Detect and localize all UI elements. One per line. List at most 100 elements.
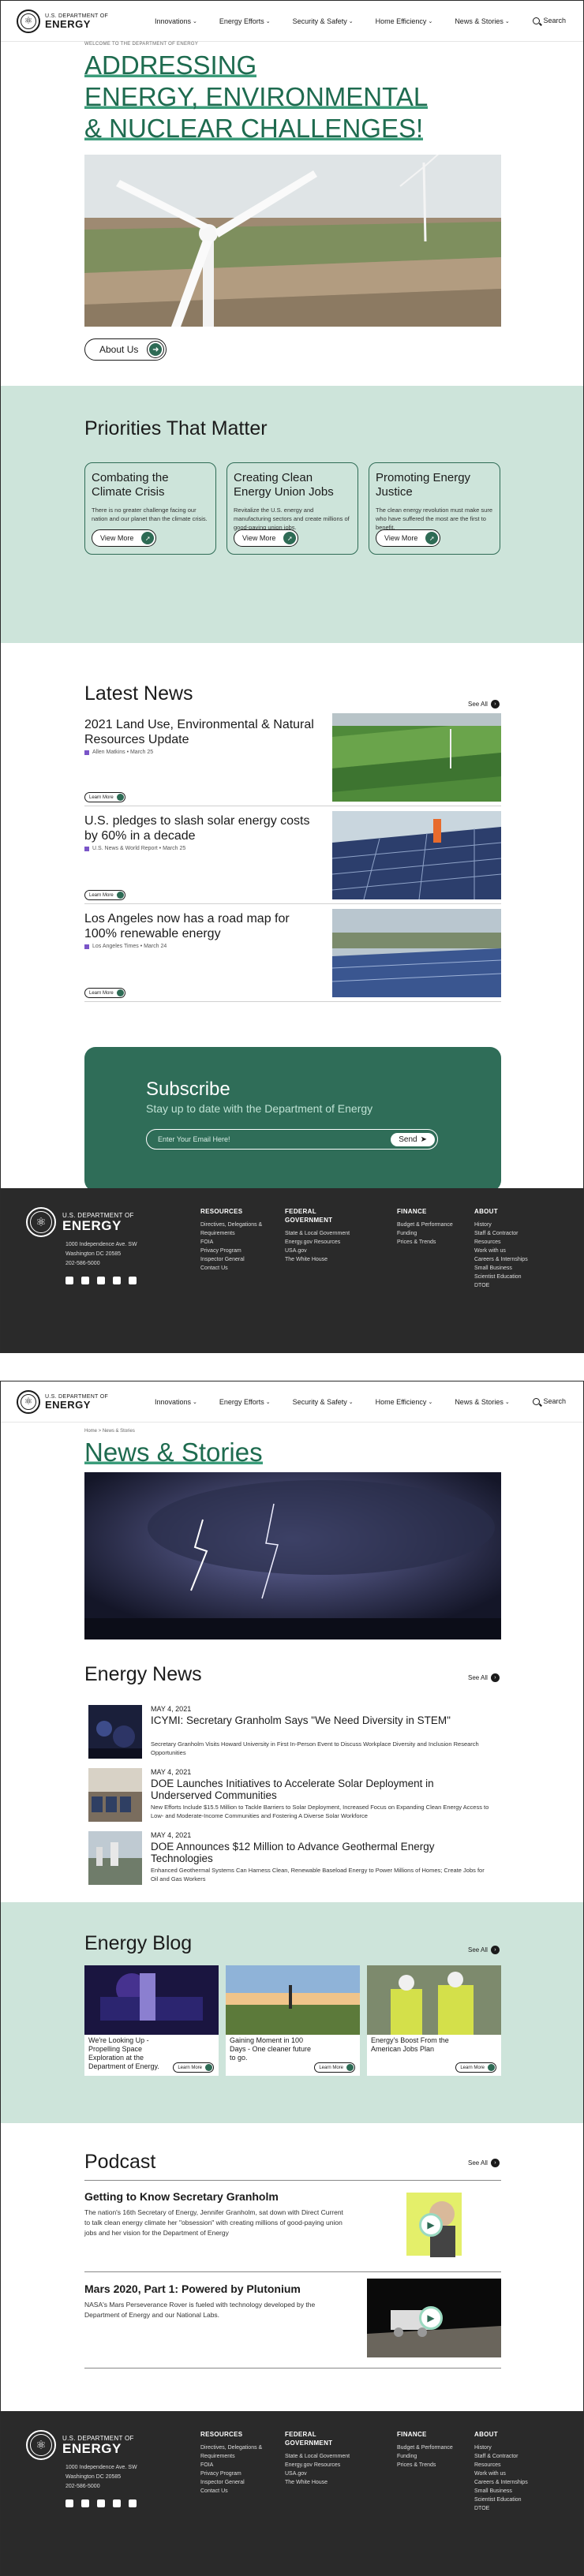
footer-link[interactable]: USA.gov xyxy=(285,1247,356,1255)
energy-news-item: MAY 4, 2021 ICYMI: Secretary Granholm Sa… xyxy=(84,1705,498,1762)
news-title[interactable]: DOE Launches Initiatives to Accelerate S… xyxy=(151,1778,490,1801)
news-title[interactable]: U.S. pledges to slash solar energy costs… xyxy=(84,813,321,843)
learn-more-button[interactable]: Learn More xyxy=(84,890,125,900)
send-button[interactable]: Send ➤ xyxy=(391,1132,435,1146)
view-more-button[interactable]: View More ➚ xyxy=(92,529,157,547)
nav-label: Security & Safety xyxy=(292,17,347,25)
nav-label: News & Stories xyxy=(455,1398,504,1406)
footer-link[interactable]: The White House xyxy=(285,2478,356,2487)
footer-link[interactable]: Funding xyxy=(397,1229,468,1238)
footer-link[interactable]: Energy.gov Resources xyxy=(285,2461,356,2469)
view-more-button[interactable]: View More ➚ xyxy=(234,529,299,547)
footer-link[interactable]: Contact Us xyxy=(200,1264,271,1273)
play-icon[interactable]: ▶ xyxy=(419,2306,443,2330)
news-date: MAY 4, 2021 xyxy=(151,1705,192,1713)
nav-item-news-stories[interactable]: News & Stories ⌄ xyxy=(455,17,509,25)
footer-link[interactable]: Staff & Contractor Resources xyxy=(474,1229,545,1247)
nav-item-home-efficiency[interactable]: Home Efficiency ⌄ xyxy=(376,17,433,25)
footer-link[interactable]: DTOE xyxy=(474,2504,545,2513)
footer-link[interactable]: DTOE xyxy=(474,1281,545,1290)
blog-title: Gaining Moment in 100 Days - One cleaner… xyxy=(230,2036,312,2062)
instagram-icon[interactable] xyxy=(113,2499,121,2507)
search-button[interactable]: Search xyxy=(533,17,566,24)
footer-link[interactable]: State & Local Government xyxy=(285,1229,356,1238)
learn-more-button[interactable]: Learn More xyxy=(84,792,125,802)
arrow-right-icon: › xyxy=(490,700,500,708)
email-input[interactable]: Enter Your Email Here! Send ➤ xyxy=(146,1129,438,1150)
footer-link[interactable]: Careers & Internships xyxy=(474,1255,545,1264)
blog-card[interactable]: Energy's Boost From the American Jobs Pl… xyxy=(367,1965,501,2076)
footer-link[interactable]: Inspector General xyxy=(200,1255,271,1264)
footer-link[interactable]: Privacy Program xyxy=(200,1247,271,1255)
breadcrumb[interactable]: Home > News & Stories xyxy=(84,1429,135,1434)
see-all-link[interactable]: See All › xyxy=(468,1673,500,1682)
footer-link[interactable]: History xyxy=(474,1221,545,1229)
news-title[interactable]: 2021 Land Use, Environmental & Natural R… xyxy=(84,717,321,747)
footer-link[interactable]: Prices & Trends xyxy=(397,2461,468,2469)
nav-item-home-efficiency[interactable]: Home Efficiency ⌄ xyxy=(376,1398,433,1406)
doe-logo[interactable]: ⚛ U.S. DEPARTMENT OF ENERGY xyxy=(17,9,108,33)
footer-address: 1000 Independence Ave. SW Washington DC … xyxy=(66,2463,137,2492)
instagram-icon[interactable] xyxy=(113,1277,121,1284)
nav-item-security-safety[interactable]: Security & Safety ⌄ xyxy=(293,17,354,25)
footer-link[interactable]: Work with us xyxy=(474,1247,545,1255)
nav-item-innovations[interactable]: Innovations ⌄ xyxy=(155,1398,197,1406)
learn-more-button[interactable]: Learn More xyxy=(173,2062,214,2073)
footer-link[interactable]: Careers & Internships xyxy=(474,2478,545,2487)
twitter-icon[interactable] xyxy=(81,2499,89,2507)
news-title[interactable]: Los Angeles now has a road map for 100% … xyxy=(84,911,321,941)
nav-item-energy-efforts[interactable]: Energy Efforts ⌄ xyxy=(219,1398,271,1406)
doe-logo[interactable]: ⚛ U.S. DEPARTMENT OF ENERGY xyxy=(17,1389,108,1414)
footer-link[interactable]: Directives, Delegations & Requirements xyxy=(200,2443,271,2461)
nav-item-energy-efforts[interactable]: Energy Efforts ⌄ xyxy=(219,17,271,25)
nav-label: Home Efficiency xyxy=(375,1398,427,1406)
footer-link[interactable]: FOIA xyxy=(200,2461,271,2469)
nav-item-security-safety[interactable]: Security & Safety ⌄ xyxy=(293,1398,354,1406)
facebook-icon[interactable] xyxy=(66,2499,73,2507)
learn-more-button[interactable]: Learn More xyxy=(84,988,125,998)
view-more-button[interactable]: View More ➚ xyxy=(376,529,441,547)
footer-link[interactable]: Budget & Performance xyxy=(397,2443,468,2452)
footer-link[interactable]: Small Business xyxy=(474,1264,545,1273)
footer-link[interactable]: Scientist Education xyxy=(474,2496,545,2504)
footer-link[interactable]: Privacy Program xyxy=(200,2469,271,2478)
youtube-icon[interactable] xyxy=(97,1277,105,1284)
footer-link[interactable]: Prices & Trends xyxy=(397,1238,468,1247)
twitter-icon[interactable] xyxy=(81,1277,89,1284)
youtube-icon[interactable] xyxy=(97,2499,105,2507)
footer-link[interactable]: Small Business xyxy=(474,2487,545,2496)
footer-link[interactable]: Inspector General xyxy=(200,2478,271,2487)
footer-link[interactable]: Work with us xyxy=(474,2469,545,2478)
about-us-button[interactable]: About Us ➜ xyxy=(84,338,167,361)
footer-link[interactable]: State & Local Government xyxy=(285,2452,356,2461)
play-icon[interactable]: ▶ xyxy=(419,2213,443,2237)
news-title[interactable]: ICYMI: Secretary Granholm Says "We Need … xyxy=(151,1714,490,1726)
footer-link[interactable]: Scientist Education xyxy=(474,1273,545,1281)
footer-link[interactable]: USA.gov xyxy=(285,2469,356,2478)
footer-link[interactable]: Directives, Delegations & Requirements xyxy=(200,1221,271,1238)
search-button[interactable]: Search xyxy=(533,1397,566,1405)
learn-more-button[interactable]: Learn More xyxy=(455,2062,496,2073)
nav-item-news-stories[interactable]: News & Stories ⌄ xyxy=(455,1398,509,1406)
footer-link[interactable]: The White House xyxy=(285,1255,356,1264)
linkedin-icon[interactable] xyxy=(129,2499,137,2507)
footer-link[interactable]: FOIA xyxy=(200,1238,271,1247)
footer-link[interactable]: History xyxy=(474,2443,545,2452)
blog-card[interactable]: We're Looking Up - Propelling Space Expl… xyxy=(84,1965,219,2076)
learn-more-button[interactable]: Learn More xyxy=(314,2062,355,2073)
see-all-link[interactable]: See All › xyxy=(468,700,500,708)
footer-logo[interactable]: ⚛ U.S. DEPARTMENT OF ENERGY xyxy=(26,1207,134,1237)
footer-logo[interactable]: ⚛ U.S. DEPARTMENT OF ENERGY xyxy=(26,2430,134,2460)
facebook-icon[interactable] xyxy=(66,1277,73,1284)
footer-link[interactable]: Funding xyxy=(397,2452,468,2461)
footer-link[interactable]: Staff & Contractor Resources xyxy=(474,2452,545,2469)
footer-link[interactable]: Energy.gov Resources xyxy=(285,1238,356,1247)
footer-link[interactable]: Contact Us xyxy=(200,2487,271,2496)
nav-item-innovations[interactable]: Innovations ⌄ xyxy=(155,17,197,25)
see-all-link[interactable]: See All › xyxy=(468,2159,500,2167)
news-title[interactable]: DOE Announces $12 Million to Advance Geo… xyxy=(151,1841,490,1864)
see-all-link[interactable]: See All › xyxy=(468,1946,500,1954)
blog-card[interactable]: Gaining Moment in 100 Days - One cleaner… xyxy=(226,1965,360,2076)
linkedin-icon[interactable] xyxy=(129,1277,137,1284)
footer-link[interactable]: Budget & Performance xyxy=(397,1221,468,1229)
